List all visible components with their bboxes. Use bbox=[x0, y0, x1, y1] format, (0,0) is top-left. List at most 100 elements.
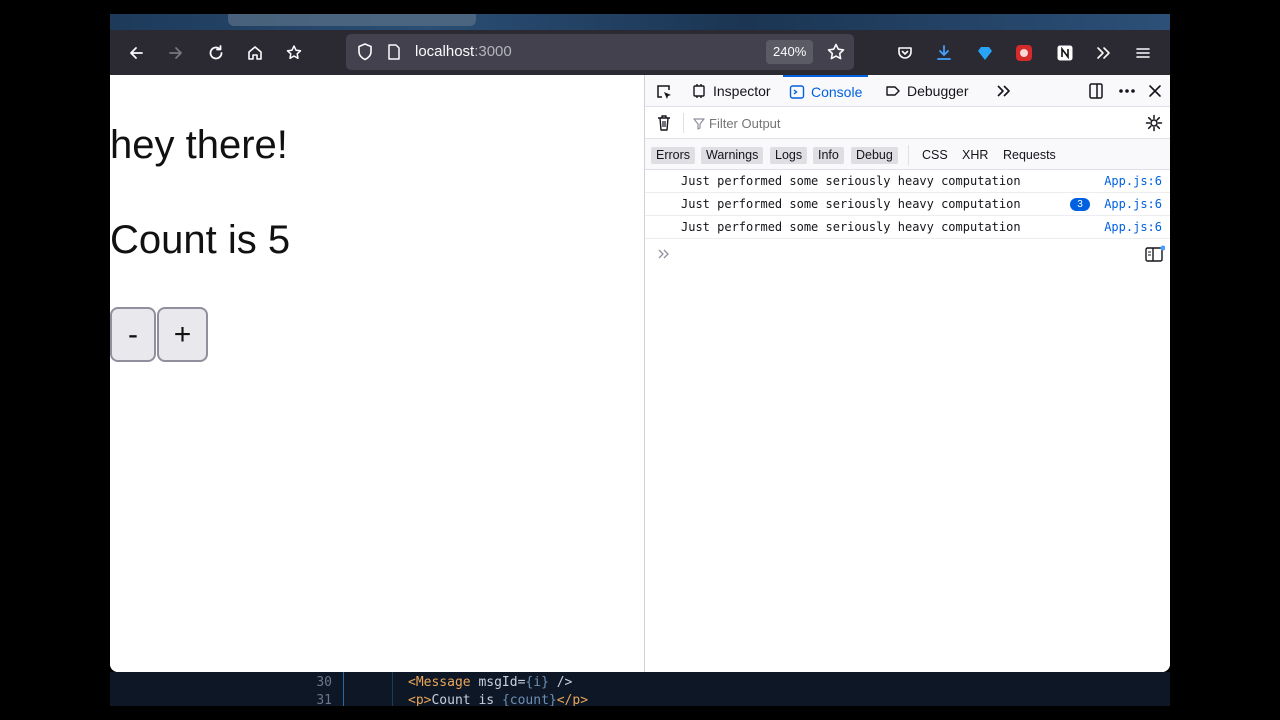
greeting-text: hey there! bbox=[110, 123, 288, 167]
address-bar[interactable]: localhost:3000 240% bbox=[346, 34, 854, 70]
devtools-panel: Inspector Console Debugger Filter Output… bbox=[644, 75, 1170, 672]
browser-tab-edge[interactable] bbox=[228, 14, 476, 26]
debugger-icon bbox=[886, 86, 900, 96]
browser-toolbar: localhost:3000 240% bbox=[110, 30, 1170, 75]
desktop-background bbox=[110, 14, 1170, 30]
double-chevron-right-icon bbox=[1097, 47, 1110, 59]
home-button[interactable] bbox=[240, 38, 270, 68]
downloads-button[interactable] bbox=[929, 38, 959, 68]
settings-gear-icon[interactable] bbox=[1145, 114, 1163, 137]
code-attr: msgId= bbox=[470, 675, 526, 690]
inspector-icon bbox=[693, 84, 705, 98]
gem-icon bbox=[978, 47, 992, 60]
code-tag-close: /> bbox=[548, 675, 573, 690]
forward-button[interactable] bbox=[161, 38, 191, 68]
editor-gutter-line bbox=[343, 672, 344, 706]
code-attr: Count is bbox=[431, 693, 502, 706]
code-expr: {i} bbox=[525, 675, 549, 690]
decrement-button[interactable]: - bbox=[110, 307, 156, 362]
reload-button[interactable] bbox=[201, 38, 231, 68]
pocket-icon bbox=[898, 47, 912, 59]
zoom-level-button[interactable]: 240% bbox=[766, 40, 814, 64]
console-message[interactable]: Just performed some seriously heavy comp… bbox=[645, 216, 1170, 239]
filter-logs-button[interactable]: Logs bbox=[770, 147, 808, 164]
tab-inspector[interactable]: Inspector bbox=[691, 75, 771, 107]
extension-red-button[interactable] bbox=[1009, 38, 1039, 68]
toolbar-divider bbox=[683, 113, 684, 133]
prompt-chevron-icon bbox=[657, 247, 671, 265]
filter-errors-button[interactable]: Errors bbox=[651, 147, 696, 164]
console-message-text: Just performed some seriously heavy comp… bbox=[681, 197, 1021, 211]
console-message-text: Just performed some seriously heavy comp… bbox=[681, 174, 1021, 188]
notion-icon bbox=[1057, 45, 1073, 61]
count-text: Count is 5 bbox=[110, 218, 291, 262]
code-tag-open: <p> bbox=[408, 693, 432, 706]
tab-debugger-label: Debugger bbox=[907, 83, 969, 99]
fox-extension-icon bbox=[1016, 45, 1032, 61]
pocket-button[interactable] bbox=[890, 38, 920, 68]
extension-gem-button[interactable] bbox=[970, 38, 1000, 68]
filter-info-button[interactable]: Info bbox=[813, 147, 844, 164]
editor-mode-icon[interactable] bbox=[1145, 245, 1166, 268]
code-text: <Message msgId={i} /> bbox=[408, 675, 572, 690]
indent-guide bbox=[392, 672, 393, 706]
console-message[interactable]: Just performed some seriously heavy comp… bbox=[645, 193, 1170, 216]
console-message-location[interactable]: App.js:6 bbox=[1104, 174, 1162, 188]
code-text: <p>Count is {count}</p> bbox=[408, 693, 588, 706]
console-message[interactable]: Just performed some seriously heavy comp… bbox=[645, 170, 1170, 193]
arrow-left-icon bbox=[130, 47, 143, 59]
line-number: 30 bbox=[316, 675, 332, 690]
tab-console[interactable]: Console bbox=[783, 75, 869, 107]
filter-css-button[interactable]: CSS bbox=[922, 147, 948, 164]
code-expr: {count} bbox=[501, 693, 557, 706]
tab-console-label: Console bbox=[811, 84, 863, 100]
shield-icon[interactable] bbox=[356, 42, 374, 67]
url-host: localhost bbox=[415, 43, 475, 60]
trash-icon[interactable] bbox=[656, 114, 672, 137]
log-level-filters: Errors Warnings Logs Info Debug CSS XHR … bbox=[645, 139, 1170, 170]
hamburger-menu-icon bbox=[1136, 48, 1150, 58]
bookmark-star-icon[interactable] bbox=[826, 42, 846, 67]
console-icon bbox=[789, 85, 805, 99]
filter-warnings-button[interactable]: Warnings bbox=[701, 147, 764, 164]
repeat-count-badge: 3 bbox=[1070, 198, 1090, 211]
browser-window: localhost:3000 240% hey there! Count is … bbox=[110, 30, 1170, 672]
levels-divider bbox=[908, 145, 909, 166]
console-filter-bar bbox=[645, 107, 1170, 139]
filter-output-input[interactable] bbox=[691, 113, 1131, 133]
console-message-location[interactable]: App.js:6 bbox=[1104, 197, 1162, 211]
url-port: :3000 bbox=[474, 43, 512, 60]
dock-side-icon[interactable] bbox=[1087, 82, 1105, 105]
filter-xhr-button[interactable]: XHR bbox=[962, 147, 988, 164]
app-menu-button[interactable] bbox=[1128, 38, 1158, 68]
back-button[interactable] bbox=[121, 38, 151, 68]
filter-requests-button[interactable]: Requests bbox=[1003, 147, 1056, 164]
tab-debugger[interactable]: Debugger bbox=[885, 75, 969, 107]
bookmark-menu-button[interactable] bbox=[279, 38, 309, 68]
increment-button[interactable]: + bbox=[157, 307, 208, 362]
element-picker-icon[interactable] bbox=[655, 83, 673, 106]
line-number: 31 bbox=[316, 693, 332, 706]
star-list-icon bbox=[286, 45, 302, 60]
url-text[interactable]: localhost:3000 bbox=[415, 43, 512, 60]
tab-inspector-label: Inspector bbox=[713, 83, 771, 99]
page-viewport: hey there! Count is 5 - + bbox=[110, 75, 644, 672]
arrow-right-icon bbox=[169, 47, 182, 59]
reload-icon bbox=[209, 45, 223, 60]
code-tag-open: <Message bbox=[408, 675, 471, 690]
code-editor-background: 30 <Message msgId={i} /> 31 <p>Count is … bbox=[110, 672, 1170, 706]
notion-extension-button[interactable] bbox=[1050, 38, 1080, 68]
more-tools-button[interactable] bbox=[1088, 38, 1118, 68]
console-message-text: Just performed some seriously heavy comp… bbox=[681, 220, 1021, 234]
more-options-icon[interactable] bbox=[1117, 82, 1137, 105]
console-input-row[interactable] bbox=[645, 239, 1170, 267]
filter-debug-button[interactable]: Debug bbox=[851, 147, 898, 164]
devtools-tab-bar: Inspector Console Debugger bbox=[645, 75, 1170, 107]
page-info-icon[interactable] bbox=[386, 43, 402, 66]
more-tabs-icon[interactable] bbox=[995, 83, 1013, 104]
console-message-location[interactable]: App.js:6 bbox=[1104, 220, 1162, 234]
download-icon bbox=[937, 45, 951, 60]
home-icon bbox=[248, 46, 262, 60]
code-tag-close: </p> bbox=[556, 693, 589, 706]
close-icon[interactable] bbox=[1147, 83, 1163, 104]
